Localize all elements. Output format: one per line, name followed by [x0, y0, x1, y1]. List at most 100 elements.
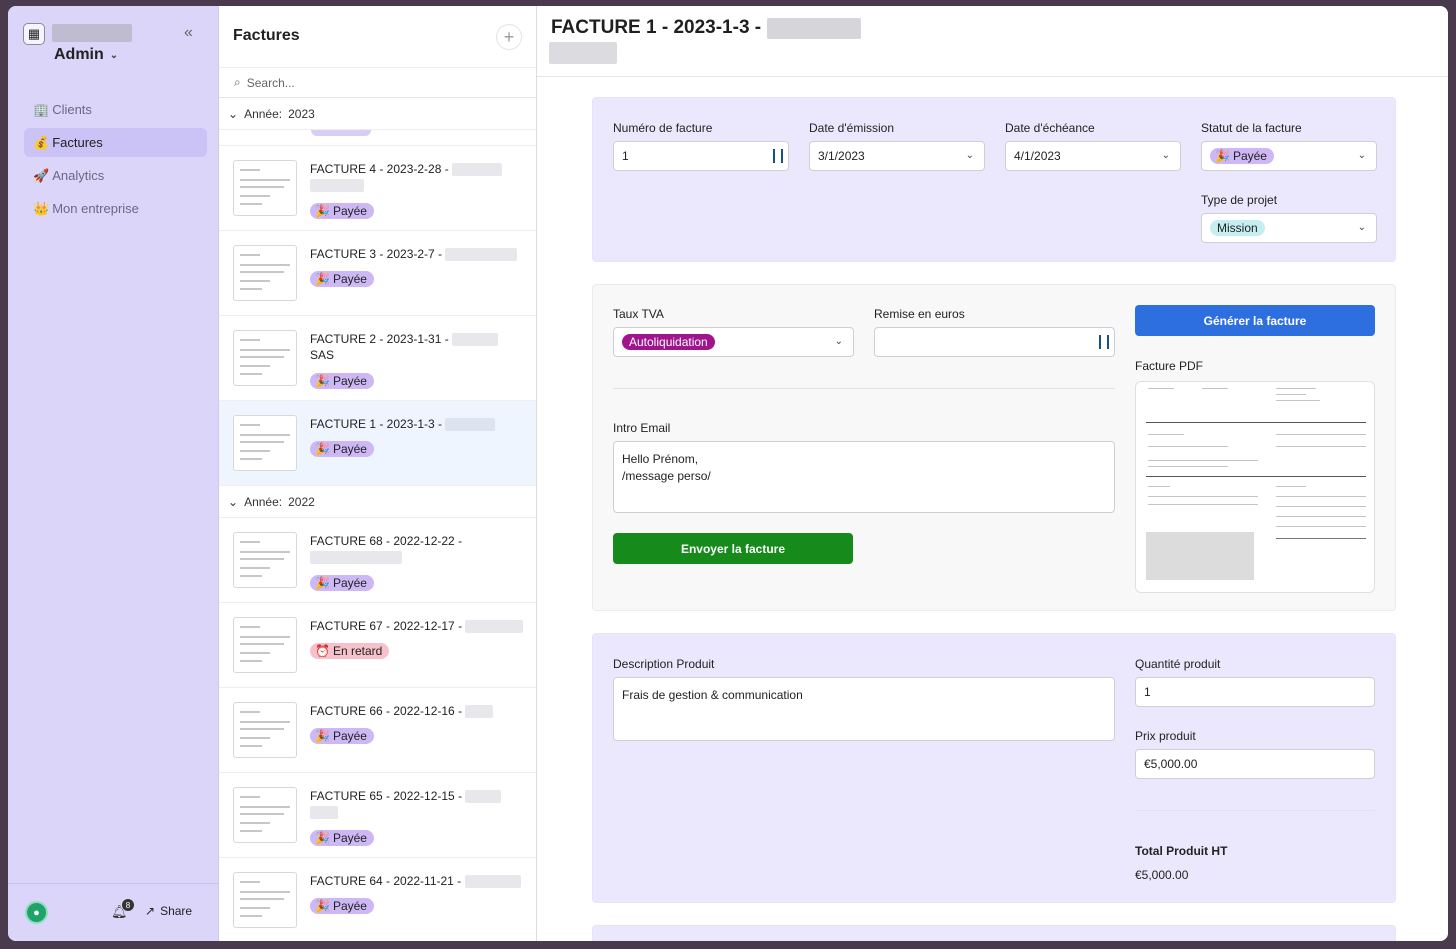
- list-item[interactable]: FACTURE 66 - 2022-12-16 - 🎉 Payée: [219, 688, 536, 773]
- invoice-thumbnail: [233, 160, 297, 216]
- group-year: 2022: [288, 494, 315, 509]
- numero-label: Numéro de facture: [613, 121, 713, 135]
- invoice-detail: FACTURE 1 - 2023-1-3 - Numéro de facture…: [537, 6, 1448, 941]
- chevron-down-icon: ⌄: [228, 106, 239, 121]
- total-value: €5,000.00: [1135, 868, 1189, 882]
- notification-count-badge: 8: [122, 899, 134, 911]
- avatar[interactable]: ●: [25, 901, 48, 924]
- invoice-thumbnail: [233, 617, 297, 673]
- intro-email-textarea[interactable]: Hello Prénom, /message perso/: [613, 441, 1115, 513]
- list-item[interactable]: FACTURE 3 - 2023-2-7 - 🎉 Payée: [219, 231, 536, 316]
- calculator-icon[interactable]: ▦: [23, 23, 45, 45]
- share-button[interactable]: ↗ Share: [145, 904, 192, 918]
- invoice-title: FACTURE 2 - 2023-1-31 - SAS: [310, 331, 525, 363]
- intro-email-line: Hello Prénom,: [622, 452, 699, 466]
- status-badge: 🎉 Payée: [310, 441, 374, 457]
- page-title: FACTURE 1 - 2023-1-3 -: [551, 17, 862, 39]
- invoice-actions-card: Taux TVA Autoliquidation ⌄ Remise en eur…: [592, 284, 1396, 611]
- add-invoice-button[interactable]: +: [496, 24, 522, 50]
- sidebar: ▦ Admin ⌄ « 🏢 Clients 💰 Factures 🚀 Analy…: [8, 6, 219, 941]
- page-title-text: FACTURE 1 - 2023-1-3 -: [551, 17, 762, 38]
- group-header-2023[interactable]: ⌄ Année: 2023: [219, 98, 536, 130]
- price-label: Prix produit: [1135, 729, 1196, 743]
- quantity-field[interactable]: 1: [1135, 677, 1375, 707]
- invoice-info-card: Numéro de facture 1 Date d'émission 3/1/…: [592, 97, 1396, 262]
- crown-icon: 👑: [33, 200, 50, 216]
- list-item[interactable]: FACTURE 68 - 2022-12-22 - 🎉 Payée: [219, 518, 536, 603]
- generate-invoice-button[interactable]: Générer la facture: [1135, 305, 1375, 336]
- list-item[interactable]: FACTURE 4 - 2023-2-28 - 🎉 Payée: [219, 146, 536, 231]
- sidebar-item-mon-entreprise[interactable]: 👑 Mon entreprise: [24, 194, 207, 223]
- party-popper-icon: 🎉: [315, 899, 330, 913]
- party-popper-icon: 🎉: [315, 374, 330, 388]
- emission-label: Date d'émission: [809, 121, 894, 135]
- remise-field[interactable]: [874, 327, 1115, 357]
- sidebar-item-clients[interactable]: 🏢 Clients: [24, 95, 207, 124]
- statut-select[interactable]: 🎉 Payée ⌄: [1201, 141, 1377, 171]
- status-badge: 🎉 Payée: [310, 271, 374, 287]
- list-item-selected[interactable]: FACTURE 1 - 2023-1-3 - 🎉 Payée: [219, 401, 536, 486]
- tva-select[interactable]: Autoliquidation ⌄: [613, 327, 854, 357]
- tva-label: Taux TVA: [613, 307, 664, 321]
- emission-date-picker[interactable]: 3/1/2023 ⌄: [809, 141, 985, 171]
- workspace-role-switcher[interactable]: Admin ⌄: [54, 46, 118, 64]
- chevron-down-icon: ⌄: [1357, 222, 1366, 233]
- group-label: Année:: [244, 494, 283, 509]
- product-card: Description Produit Frais de gestion & c…: [592, 633, 1396, 903]
- invoice-title: FACTURE 65 - 2022-12-15 -: [310, 788, 525, 820]
- sidebar-item-label: Factures: [52, 135, 103, 150]
- list-item[interactable]: FACTURE 65 - 2022-12-15 - 🎉 Payée: [219, 773, 536, 858]
- party-popper-icon: 🎉: [315, 272, 330, 286]
- stepper-icon[interactable]: [773, 149, 783, 163]
- status-badge: 🎉 Payée: [310, 830, 374, 846]
- party-popper-icon: 🎉: [315, 729, 330, 743]
- search-input[interactable]: ⌕ Search...: [219, 68, 536, 98]
- description-value: Frais de gestion & communication: [622, 688, 803, 702]
- detail-header: FACTURE 1 - 2023-1-3 -: [537, 6, 1448, 77]
- tva-pill: Autoliquidation: [622, 334, 715, 350]
- divider: [1135, 810, 1375, 811]
- search-placeholder: Search...: [246, 75, 295, 90]
- invoice-thumbnail: [233, 872, 297, 928]
- collapse-sidebar-icon[interactable]: «: [184, 24, 193, 42]
- invoice-client-suffix: SAS: [310, 348, 335, 362]
- status-label: Payée: [332, 576, 367, 590]
- send-invoice-button[interactable]: Envoyer la facture: [613, 533, 853, 564]
- price-field[interactable]: €5,000.00: [1135, 749, 1375, 779]
- share-icon: ↗: [145, 904, 156, 918]
- share-label: Share: [160, 904, 193, 918]
- type-projet-select[interactable]: Mission ⌄: [1201, 213, 1377, 243]
- invoice-title: FACTURE 4 - 2023-2-28 -: [310, 161, 525, 193]
- invoice-pdf-preview[interactable]: [1135, 381, 1375, 593]
- numero-value: 1: [622, 149, 629, 163]
- echeance-date-picker[interactable]: 4/1/2023 ⌄: [1005, 141, 1181, 171]
- description-textarea[interactable]: Frais de gestion & communication: [613, 677, 1115, 741]
- pdf-label: Facture PDF: [1135, 359, 1204, 373]
- status-badge: 🎉 Payée: [310, 728, 374, 744]
- sidebar-item-label: Clients: [52, 102, 92, 117]
- numero-field[interactable]: 1: [613, 141, 789, 171]
- money-bag-icon: 💰: [33, 134, 50, 150]
- list-item-partial: [219, 130, 536, 146]
- sidebar-item-analytics[interactable]: 🚀 Analytics: [24, 161, 207, 190]
- list-item[interactable]: FACTURE 2 - 2023-1-31 - SAS 🎉 Payée: [219, 316, 536, 401]
- invoice-title: FACTURE 1 - 2023-1-3 -: [310, 416, 525, 432]
- list-item[interactable]: FACTURE 67 - 2022-12-17 - ⏰ En retard: [219, 603, 536, 688]
- status-badge: ⏰ En retard: [310, 643, 390, 659]
- echeance-value: 4/1/2023: [1014, 149, 1061, 163]
- party-popper-icon: 🎉: [315, 204, 330, 218]
- client-name-redacted: [549, 42, 617, 64]
- list-item[interactable]: FACTURE 64 - 2022-11-21 - 🎉 Payée: [219, 858, 536, 941]
- invoice-title: FACTURE 67 - 2022-12-17 -: [310, 618, 525, 634]
- invoice-title-text: FACTURE 64 - 2022-11-21 -: [310, 874, 462, 888]
- search-icon: ⌕: [234, 75, 241, 89]
- status-badge: 🎉 Payée: [310, 575, 374, 591]
- stepper-icon[interactable]: [1099, 335, 1109, 349]
- echeance-label: Date d'échéance: [1005, 121, 1095, 135]
- status-badge: 🎉 Payée: [310, 898, 374, 914]
- status-label: Payée: [332, 899, 367, 913]
- sidebar-item-factures[interactable]: 💰 Factures: [24, 128, 207, 157]
- group-header-2022[interactable]: ⌄ Année: 2022: [219, 486, 536, 518]
- party-popper-icon: 🎉: [1215, 149, 1230, 163]
- status-label: En retard: [332, 644, 383, 658]
